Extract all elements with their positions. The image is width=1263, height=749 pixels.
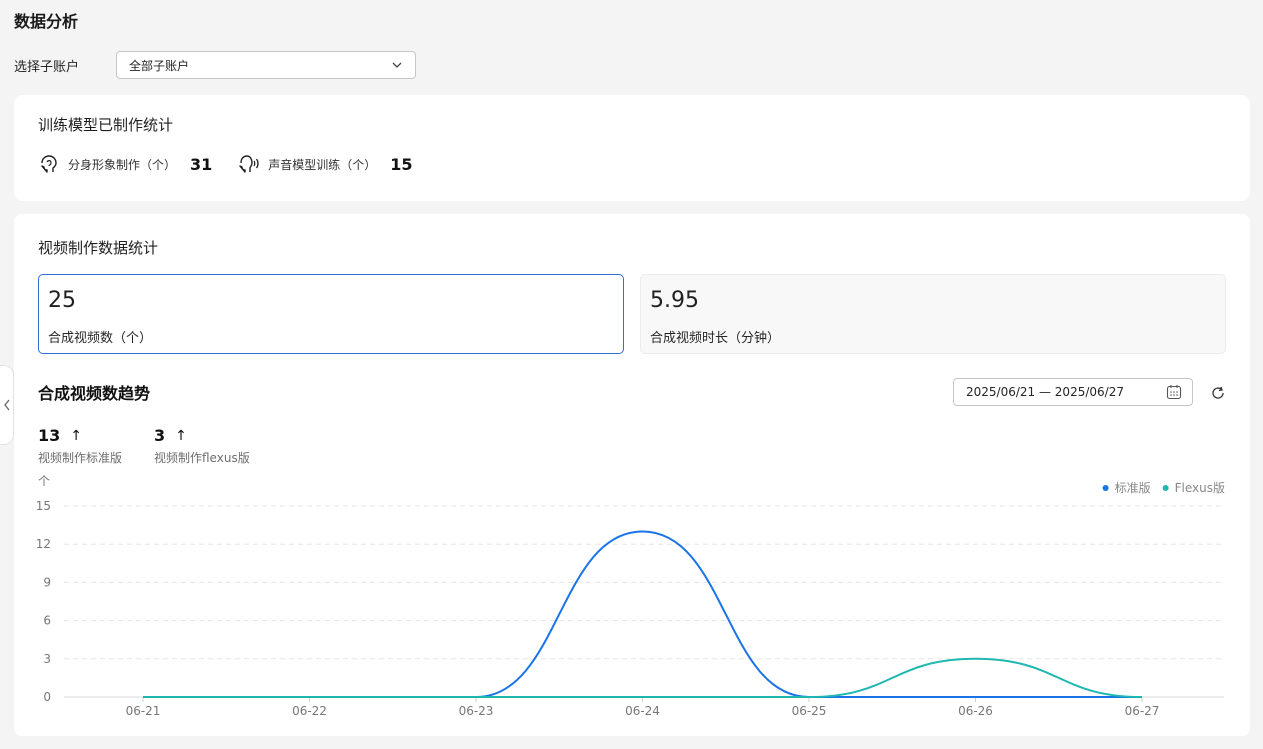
page-title: 数据分析	[14, 12, 79, 31]
legend-swatch	[1102, 485, 1109, 491]
y-tick-label: 9	[43, 575, 51, 589]
y-tick-label: 6	[43, 614, 51, 628]
video-card-title: 视频制作数据统计	[38, 239, 159, 257]
metric-video-count-label: 合成视频数（个）	[48, 331, 153, 346]
avatar-count-label: 分身形象制作（个）	[68, 157, 177, 172]
summary-standard-value: 13	[38, 426, 61, 445]
summary-flexus: 3 ↑ 视频制作flexus版	[154, 426, 250, 466]
summary-standard: 13 ↑ 视频制作标准版	[38, 426, 122, 466]
x-tick-label: 06-25	[792, 704, 827, 718]
x-tick-label: 06-26	[958, 704, 993, 718]
trend-up-icon: ↑	[175, 427, 187, 444]
chevron-left-icon	[3, 399, 10, 411]
training-stats-card: 训练模型已制作统计 分身形象制作（个） 31 声音模型训练（个） 15	[14, 95, 1250, 201]
refresh-icon[interactable]	[1210, 385, 1226, 401]
video-stats-card: 视频制作数据统计 25 合成视频数（个） 5.95 合成视频时长（分钟） 合成视…	[14, 214, 1250, 736]
y-axis-unit: 个	[38, 474, 50, 488]
voice-count-label: 声音模型训练（个）	[268, 157, 377, 172]
calendar-icon	[1166, 385, 1182, 400]
voice-count-value: 15	[390, 154, 413, 174]
training-card-title: 训练模型已制作统计	[38, 116, 174, 134]
series-line-flexus	[143, 657, 1143, 698]
account-select[interactable]: 全部子账户	[116, 51, 416, 79]
y-tick-label: 3	[43, 652, 51, 666]
voice-count-stat: 声音模型训练（个） 15	[238, 153, 413, 175]
summary-flexus-value: 3	[154, 426, 166, 445]
x-tick-label: 06-21	[126, 704, 161, 718]
metric-video-duration[interactable]: 5.95 合成视频时长（分钟）	[640, 274, 1226, 354]
voice-head-icon	[239, 155, 259, 173]
trend-up-icon: ↑	[70, 427, 82, 444]
x-tick-label: 06-22	[292, 704, 327, 718]
series-line-standard	[143, 530, 1142, 698]
y-tick-label: 15	[36, 499, 51, 513]
chevron-down-icon	[392, 62, 402, 68]
avatar-count-value: 31	[190, 154, 213, 174]
legend-label: 标准版	[1115, 481, 1151, 495]
x-tick-label: 06-24	[625, 704, 660, 718]
avatar-head-icon	[41, 155, 57, 173]
metric-video-duration-label: 合成视频时长（分钟）	[650, 331, 781, 346]
avatar-count-stat: 分身形象制作（个） 31	[38, 153, 212, 175]
date-range-picker[interactable]: 2025/06/21 — 2025/06/27	[953, 378, 1193, 406]
x-tick-label: 06-27	[1125, 704, 1160, 718]
legend-swatch	[1162, 485, 1169, 491]
account-filter: 选择子账户 全部子账户	[14, 51, 416, 79]
date-range-value: 2025/06/21 — 2025/06/27	[966, 385, 1124, 399]
metric-video-duration-value: 5.95	[650, 288, 699, 313]
legend-label: Flexus版	[1175, 481, 1225, 495]
trend-title: 合成视频数趋势	[38, 384, 151, 403]
x-tick-label: 06-23	[459, 704, 494, 718]
metric-video-count[interactable]: 25 合成视频数（个）	[38, 274, 624, 354]
y-tick-label: 12	[36, 537, 51, 551]
metric-video-count-value: 25	[48, 288, 76, 313]
collapse-handle[interactable]	[0, 365, 14, 445]
account-select-value: 全部子账户	[129, 58, 190, 73]
account-filter-label: 选择子账户	[14, 59, 80, 75]
trend-chart: 个 0 3 6 9 12 15 06-21 06-22 06-23 06-24 06-25 06-26 0…	[36, 474, 1225, 718]
y-tick-label: 0	[43, 690, 51, 704]
